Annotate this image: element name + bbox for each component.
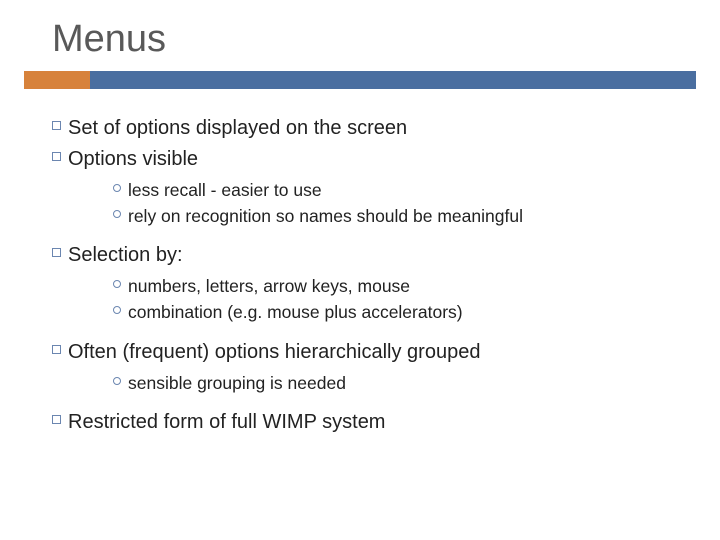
sub-list-item-text: rely on recognition so names should be m… — [128, 205, 682, 229]
list-item-text: Restricted form of full WIMP system — [68, 409, 682, 436]
square-bullet-icon — [44, 409, 68, 424]
accent-bar-blue — [90, 71, 696, 89]
slide-title: Menus — [52, 18, 696, 61]
list-item-text: Options visible — [68, 146, 682, 173]
list-item: Selection by: — [44, 242, 682, 269]
sub-list-item-text: combination (e.g. mouse plus accelerator… — [128, 301, 682, 325]
circle-bullet-icon — [106, 372, 128, 385]
sub-list-item-text: sensible grouping is needed — [128, 372, 682, 396]
list-item: Restricted form of full WIMP system — [44, 409, 682, 436]
square-bullet-icon — [44, 115, 68, 130]
sub-list: sensible grouping is needed — [106, 372, 682, 396]
sub-list-item: sensible grouping is needed — [106, 372, 682, 396]
circle-bullet-icon — [106, 205, 128, 218]
list-item: Options visible — [44, 146, 682, 173]
list-item-text: Selection by: — [68, 242, 682, 269]
accent-bar-orange — [24, 71, 90, 89]
sub-list-item: numbers, letters, arrow keys, mouse — [106, 275, 682, 299]
content: Set of options displayed on the screen O… — [24, 115, 696, 436]
sub-list-item: less recall - easier to use — [106, 179, 682, 203]
square-bullet-icon — [44, 339, 68, 354]
square-bullet-icon — [44, 146, 68, 161]
sub-list-item: combination (e.g. mouse plus accelerator… — [106, 301, 682, 325]
circle-bullet-icon — [106, 301, 128, 314]
circle-bullet-icon — [106, 275, 128, 288]
list-item: Set of options displayed on the screen — [44, 115, 682, 142]
list-item-text: Set of options displayed on the screen — [68, 115, 682, 142]
slide: Menus Set of options displayed on the sc… — [0, 0, 720, 540]
circle-bullet-icon — [106, 179, 128, 192]
sub-list: numbers, letters, arrow keys, mouse comb… — [106, 275, 682, 324]
square-bullet-icon — [44, 242, 68, 257]
sub-list-item-text: numbers, letters, arrow keys, mouse — [128, 275, 682, 299]
list-item: Often (frequent) options hierarchically … — [44, 339, 682, 366]
accent-bar — [24, 71, 696, 89]
list-item-text: Often (frequent) options hierarchically … — [68, 339, 682, 366]
sub-list-item-text: less recall - easier to use — [128, 179, 682, 203]
sub-list-item: rely on recognition so names should be m… — [106, 205, 682, 229]
sub-list: less recall - easier to use rely on reco… — [106, 179, 682, 228]
